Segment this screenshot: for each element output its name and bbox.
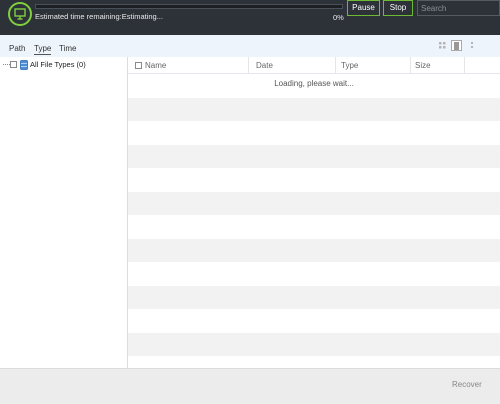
recover-button[interactable]: Recover (452, 380, 482, 389)
column-header-type[interactable]: Type (337, 57, 411, 73)
estimated-time-text: Estimated time remaining:Estimating... (35, 12, 163, 21)
pause-button[interactable]: Pause (347, 0, 380, 16)
empty-row (128, 121, 500, 145)
empty-row (128, 97, 500, 121)
stop-button[interactable]: Stop (383, 0, 413, 16)
file-list-header: Name Date Type Size (128, 57, 500, 74)
detail-view-icon[interactable] (467, 40, 478, 51)
select-all-checkbox[interactable] (135, 62, 142, 69)
progress-percent: 0% (333, 13, 344, 22)
monitor-icon (8, 2, 32, 26)
column-header-name[interactable]: Name (128, 57, 249, 73)
empty-row (128, 309, 500, 333)
empty-row (128, 285, 500, 309)
column-header-size[interactable]: Size (411, 57, 465, 73)
tree-connector-line (3, 64, 10, 66)
file-list-rows (128, 74, 500, 356)
database-icon (20, 60, 28, 72)
file-type-tree: All File Types (0) (0, 57, 128, 368)
loading-message: Loading, please wait... (274, 79, 354, 88)
empty-row (128, 332, 500, 356)
empty-row (128, 191, 500, 215)
column-header-date[interactable]: Date (252, 57, 336, 73)
search-input[interactable] (417, 0, 500, 16)
empty-row (128, 238, 500, 262)
scan-progress-bar (35, 4, 343, 9)
list-view-icon[interactable] (451, 40, 462, 51)
bottom-status-bar: Recover (0, 368, 500, 404)
empty-row (128, 144, 500, 168)
tab-type[interactable]: Type (34, 44, 52, 55)
empty-row (128, 215, 500, 239)
file-list: Name Date Type Size Loading, please wait… (128, 57, 500, 368)
empty-row (128, 168, 500, 192)
filter-tab-strip: Path Type Time (0, 35, 500, 58)
column-name-label: Name (145, 61, 167, 70)
tab-path[interactable]: Path (9, 44, 25, 53)
grid-view-icon[interactable] (437, 40, 448, 51)
empty-row (128, 262, 500, 286)
tree-item-label: All File Types (0) (30, 60, 86, 69)
tree-item-checkbox[interactable] (10, 61, 17, 68)
tab-time[interactable]: Time (59, 44, 76, 53)
top-toolbar: Estimated time remaining:Estimating... 0… (0, 0, 500, 35)
